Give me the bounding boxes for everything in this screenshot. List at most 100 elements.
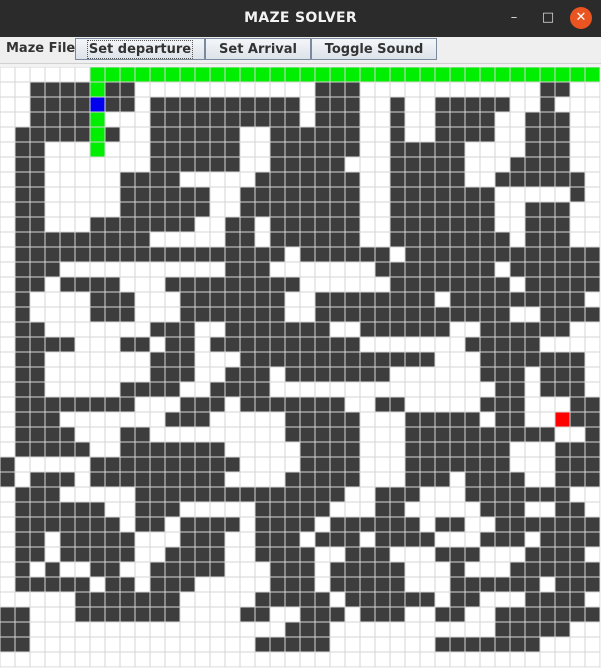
maze-wall-cell[interactable]	[389, 291, 406, 308]
maze-path-cell[interactable]	[479, 67, 496, 83]
maze-open-cell[interactable]	[134, 261, 151, 278]
maze-open-cell[interactable]	[299, 111, 316, 128]
maze-open-cell[interactable]	[164, 621, 181, 638]
maze-open-cell[interactable]	[479, 546, 496, 563]
maze-open-cell[interactable]	[134, 96, 151, 113]
maze-open-cell[interactable]	[224, 396, 241, 413]
maze-open-cell[interactable]	[239, 516, 256, 533]
maze-open-cell[interactable]	[269, 621, 286, 638]
maze-open-cell[interactable]	[434, 576, 451, 593]
maze-wall-cell[interactable]	[164, 321, 181, 338]
maze-wall-cell[interactable]	[164, 351, 181, 368]
maze-wall-cell[interactable]	[119, 426, 136, 443]
maze-wall-cell[interactable]	[359, 591, 376, 608]
maze-open-cell[interactable]	[104, 111, 121, 128]
maze-wall-cell[interactable]	[554, 576, 571, 593]
maze-wall-cell[interactable]	[149, 186, 166, 203]
maze-open-cell[interactable]	[0, 291, 16, 308]
maze-wall-cell[interactable]	[569, 441, 586, 458]
maze-wall-cell[interactable]	[59, 246, 76, 263]
maze-wall-cell[interactable]	[14, 501, 31, 518]
maze-open-cell[interactable]	[359, 441, 376, 458]
maze-wall-cell[interactable]	[479, 456, 496, 473]
maze-wall-cell[interactable]	[224, 366, 241, 383]
maze-open-cell[interactable]	[344, 276, 361, 293]
maze-wall-cell[interactable]	[14, 276, 31, 293]
maze-open-cell[interactable]	[89, 426, 106, 443]
maze-open-cell[interactable]	[194, 321, 211, 338]
maze-wall-cell[interactable]	[14, 396, 31, 413]
menu-maze-file[interactable]: Maze File	[6, 41, 75, 56]
maze-wall-cell[interactable]	[479, 636, 496, 653]
maze-wall-cell[interactable]	[269, 336, 286, 353]
maze-open-cell[interactable]	[194, 621, 211, 638]
maze-wall-cell[interactable]	[179, 531, 196, 548]
maze-open-cell[interactable]	[74, 141, 91, 158]
maze-wall-cell[interactable]	[59, 576, 76, 593]
maze-open-cell[interactable]	[14, 456, 31, 473]
maze-open-cell[interactable]	[0, 426, 16, 443]
maze-wall-cell[interactable]	[119, 306, 136, 323]
maze-wall-cell[interactable]	[284, 396, 301, 413]
maze-open-cell[interactable]	[0, 111, 16, 128]
maze-wall-cell[interactable]	[299, 246, 316, 263]
maze-wall-cell[interactable]	[464, 201, 481, 218]
maze-wall-cell[interactable]	[269, 486, 286, 503]
maze-wall-cell[interactable]	[389, 141, 406, 158]
maze-wall-cell[interactable]	[329, 156, 346, 173]
maze-open-cell[interactable]	[59, 261, 76, 278]
maze-wall-cell[interactable]	[59, 96, 76, 113]
maze-wall-cell[interactable]	[539, 531, 556, 548]
maze-wall-cell[interactable]	[524, 291, 541, 308]
maze-open-cell[interactable]	[29, 606, 46, 623]
maze-wall-cell[interactable]	[314, 291, 331, 308]
maze-wall-cell[interactable]	[389, 531, 406, 548]
maze-wall-cell[interactable]	[524, 171, 541, 188]
maze-wall-cell[interactable]	[209, 141, 226, 158]
maze-open-cell[interactable]	[509, 126, 526, 143]
maze-wall-cell[interactable]	[209, 246, 226, 263]
maze-wall-cell[interactable]	[29, 246, 46, 263]
maze-wall-cell[interactable]	[374, 396, 391, 413]
maze-open-cell[interactable]	[239, 561, 256, 578]
maze-wall-cell[interactable]	[239, 486, 256, 503]
maze-wall-cell[interactable]	[494, 456, 511, 473]
maze-open-cell[interactable]	[134, 306, 151, 323]
maze-wall-cell[interactable]	[149, 246, 166, 263]
maze-wall-cell[interactable]	[374, 591, 391, 608]
maze-wall-cell[interactable]	[584, 606, 600, 623]
maze-wall-cell[interactable]	[344, 201, 361, 218]
maze-wall-cell[interactable]	[464, 246, 481, 263]
maze-wall-cell[interactable]	[14, 321, 31, 338]
maze-wall-cell[interactable]	[179, 291, 196, 308]
maze-grid[interactable]	[0, 67, 600, 667]
maze-wall-cell[interactable]	[134, 426, 151, 443]
maze-wall-cell[interactable]	[269, 96, 286, 113]
maze-open-cell[interactable]	[539, 186, 556, 203]
maze-wall-cell[interactable]	[194, 111, 211, 128]
maze-open-cell[interactable]	[44, 381, 61, 398]
maze-wall-cell[interactable]	[524, 546, 541, 563]
maze-open-cell[interactable]	[119, 276, 136, 293]
maze-wall-cell[interactable]	[14, 171, 31, 188]
maze-wall-cell[interactable]	[389, 591, 406, 608]
maze-open-cell[interactable]	[194, 381, 211, 398]
maze-wall-cell[interactable]	[419, 471, 436, 488]
maze-wall-cell[interactable]	[344, 111, 361, 128]
maze-wall-cell[interactable]	[419, 171, 436, 188]
maze-wall-cell[interactable]	[509, 336, 526, 353]
maze-wall-cell[interactable]	[359, 576, 376, 593]
maze-wall-cell[interactable]	[29, 201, 46, 218]
maze-open-cell[interactable]	[449, 321, 466, 338]
maze-open-cell[interactable]	[569, 636, 586, 653]
maze-wall-cell[interactable]	[464, 96, 481, 113]
maze-open-cell[interactable]	[179, 591, 196, 608]
maze-wall-cell[interactable]	[269, 171, 286, 188]
maze-open-cell[interactable]	[299, 261, 316, 278]
maze-wall-cell[interactable]	[554, 486, 571, 503]
maze-path-cell[interactable]	[329, 67, 346, 83]
maze-path-cell[interactable]	[284, 67, 301, 83]
maze-wall-cell[interactable]	[254, 516, 271, 533]
maze-open-cell[interactable]	[479, 156, 496, 173]
maze-open-cell[interactable]	[14, 471, 31, 488]
